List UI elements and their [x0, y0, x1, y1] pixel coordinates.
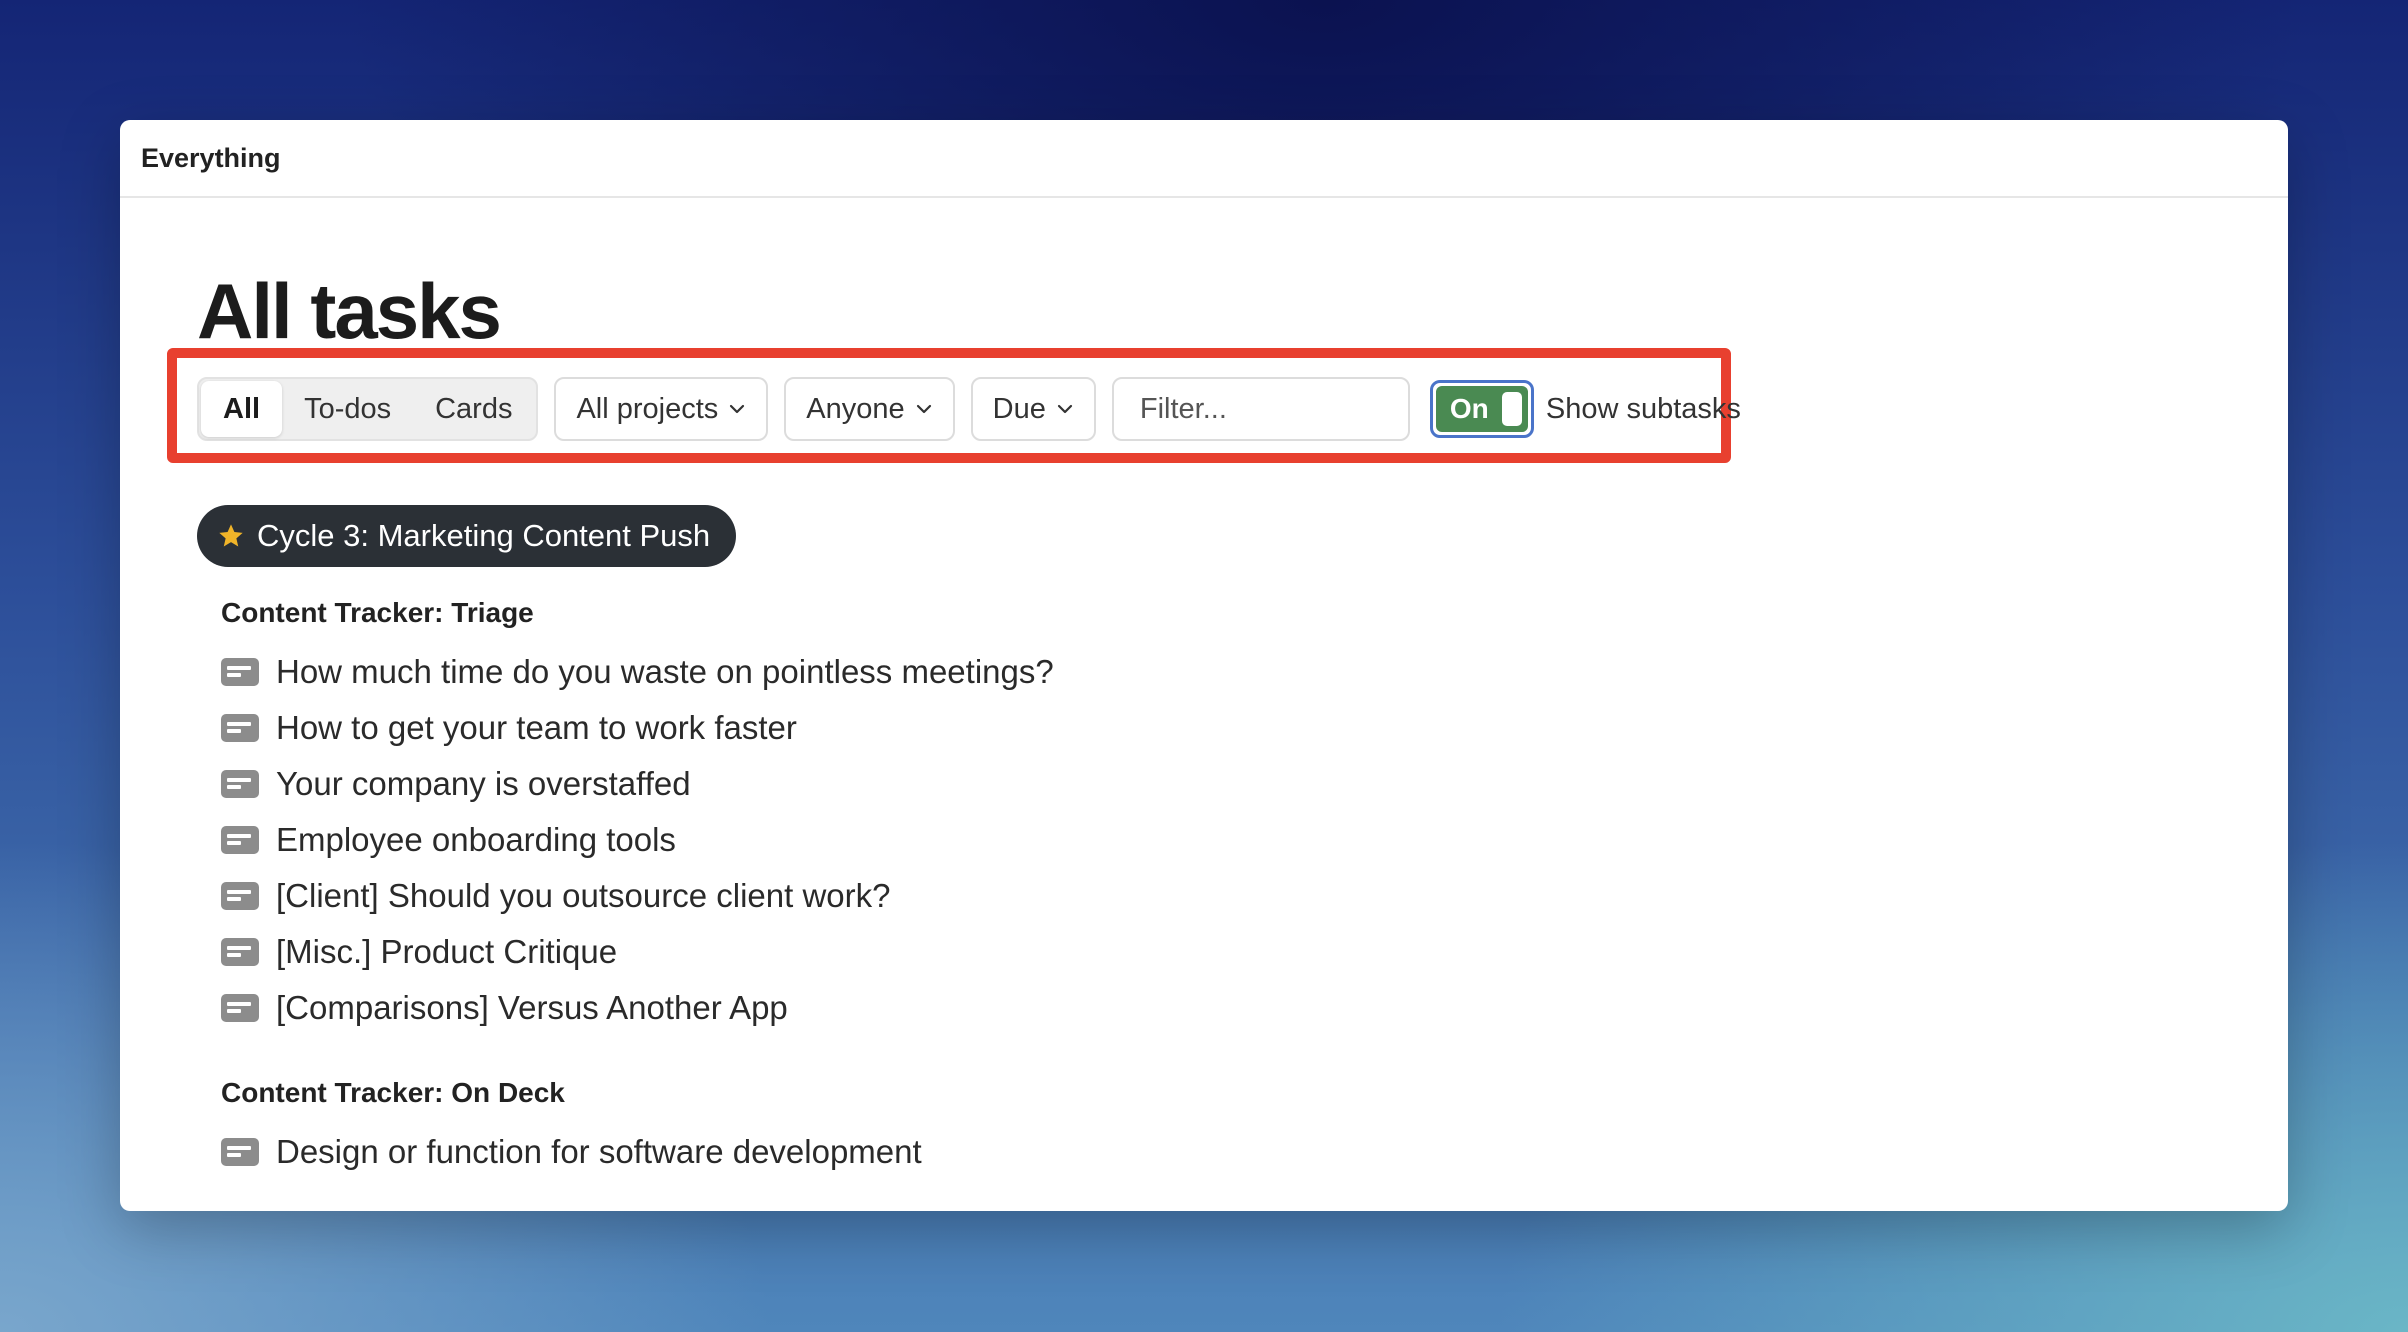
segment-all[interactable]: All	[201, 381, 283, 437]
task-list: Design or function for software developm…	[221, 1124, 922, 1180]
show-subtasks-label: Show subtasks	[1545, 392, 1741, 425]
task-title: [Misc.] Product Critique	[276, 933, 618, 970]
segment-cards[interactable]: Cards	[413, 381, 534, 437]
task-group-on-deck: Content Tracker: On Deck Design or funct…	[221, 1078, 922, 1180]
group-title: Content Tracker: Triage	[221, 597, 534, 628]
chevron-down-icon	[916, 404, 931, 414]
task-list: How much time do you waste on pointless …	[221, 644, 1054, 1036]
group-title: Content Tracker: On Deck	[221, 1077, 565, 1108]
card-icon	[221, 770, 259, 798]
due-dropdown-label: Due	[992, 392, 1046, 425]
task-title: Employee onboarding tools	[276, 821, 676, 858]
assignee-dropdown[interactable]: Anyone	[784, 377, 955, 441]
task-item[interactable]: Employee onboarding tools	[221, 812, 1054, 868]
task-title: Design or function for software developm…	[276, 1133, 922, 1170]
toggle-state-label: On	[1449, 393, 1489, 424]
filter-toolbar: All To-dos Cards All projects Anyone Due…	[197, 377, 1741, 441]
show-subtasks-control: On Show subtasks	[1429, 380, 1741, 438]
assignee-dropdown-label: Anyone	[806, 392, 905, 425]
star-icon	[219, 524, 243, 547]
segment-todos[interactable]: To-dos	[282, 381, 413, 437]
task-item[interactable]: How to get your team to work faster	[221, 700, 1054, 756]
window-title: Everything	[141, 142, 281, 173]
task-item[interactable]: How much time do you waste on pointless …	[221, 644, 1054, 700]
card-icon	[221, 1138, 259, 1166]
app-window: Everything All tasks All To-dos Cards Al…	[120, 120, 2288, 1211]
task-title: How to get your team to work faster	[276, 709, 797, 746]
task-title: Your company is overstaffed	[276, 765, 691, 802]
show-subtasks-toggle[interactable]: On	[1429, 380, 1534, 438]
filter-input[interactable]	[1111, 377, 1410, 441]
card-icon	[221, 938, 259, 966]
task-item[interactable]: Design or function for software developm…	[221, 1124, 922, 1180]
toggle-track: On	[1435, 386, 1528, 432]
task-item[interactable]: Your company is overstaffed	[221, 756, 1054, 812]
task-title: How much time do you waste on pointless …	[276, 653, 1054, 690]
card-icon	[221, 658, 259, 686]
toggle-knob	[1501, 392, 1522, 426]
projects-dropdown-label: All projects	[576, 392, 719, 425]
task-item[interactable]: [Comparisons] Versus Another App	[221, 980, 1054, 1036]
card-icon	[221, 714, 259, 742]
task-item[interactable]: [Client] Should you outsource client wor…	[221, 868, 1054, 924]
task-title: [Client] Should you outsource client wor…	[276, 877, 891, 914]
task-group-triage: Content Tracker: Triage How much time do…	[221, 598, 1054, 1036]
card-icon	[221, 826, 259, 854]
task-item[interactable]: [Misc.] Product Critique	[221, 924, 1054, 980]
cycle-badge[interactable]: Cycle 3: Marketing Content Push	[197, 505, 737, 567]
type-segmented-control: All To-dos Cards	[197, 377, 539, 441]
card-icon	[221, 994, 259, 1022]
cycle-label: Cycle 3: Marketing Content Push	[257, 518, 711, 553]
card-icon	[221, 882, 259, 910]
title-bar: Everything	[120, 120, 2288, 198]
due-dropdown[interactable]: Due	[970, 377, 1096, 441]
projects-dropdown[interactable]: All projects	[554, 377, 769, 441]
chevron-down-icon	[730, 404, 745, 414]
chevron-down-icon	[1057, 404, 1072, 414]
task-title: [Comparisons] Versus Another App	[276, 989, 788, 1026]
page-title: All tasks	[197, 267, 502, 355]
